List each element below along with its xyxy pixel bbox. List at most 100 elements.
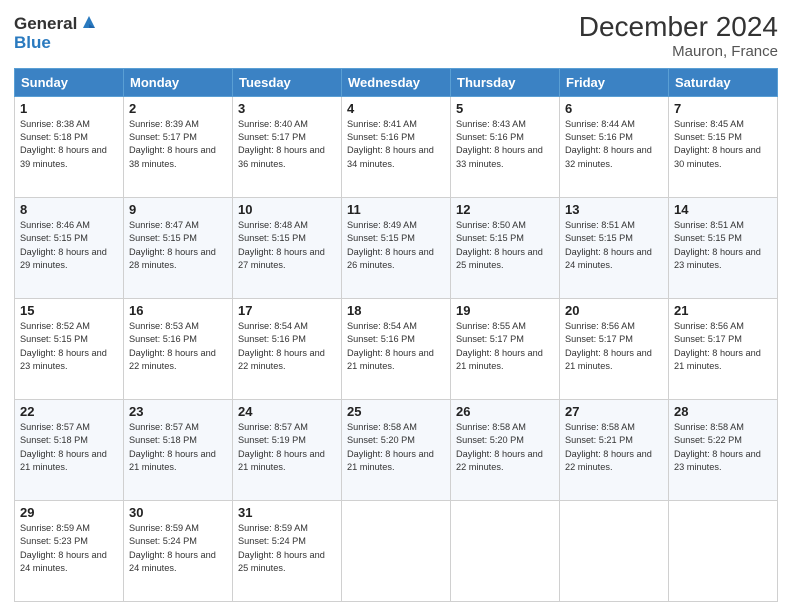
day-number: 4 bbox=[347, 101, 445, 116]
calendar-cell: 29 Sunrise: 8:59 AMSunset: 5:23 PMDaylig… bbox=[15, 500, 124, 601]
day-info: Sunrise: 8:51 AMSunset: 5:15 PMDaylight:… bbox=[565, 220, 652, 270]
day-info: Sunrise: 8:57 AMSunset: 5:19 PMDaylight:… bbox=[238, 422, 325, 472]
calendar-week-row: 22 Sunrise: 8:57 AMSunset: 5:18 PMDaylig… bbox=[15, 399, 778, 500]
calendar-cell: 26 Sunrise: 8:58 AMSunset: 5:20 PMDaylig… bbox=[451, 399, 560, 500]
calendar-cell: 17 Sunrise: 8:54 AMSunset: 5:16 PMDaylig… bbox=[233, 298, 342, 399]
day-info: Sunrise: 8:48 AMSunset: 5:15 PMDaylight:… bbox=[238, 220, 325, 270]
day-info: Sunrise: 8:40 AMSunset: 5:17 PMDaylight:… bbox=[238, 119, 325, 169]
calendar-cell bbox=[560, 500, 669, 601]
day-info: Sunrise: 8:45 AMSunset: 5:15 PMDaylight:… bbox=[674, 119, 761, 169]
day-number: 7 bbox=[674, 101, 772, 116]
calendar-table: SundayMondayTuesdayWednesdayThursdayFrid… bbox=[14, 68, 778, 602]
day-number: 5 bbox=[456, 101, 554, 116]
calendar-cell: 20 Sunrise: 8:56 AMSunset: 5:17 PMDaylig… bbox=[560, 298, 669, 399]
day-number: 25 bbox=[347, 404, 445, 419]
day-number: 21 bbox=[674, 303, 772, 318]
day-number: 8 bbox=[20, 202, 118, 217]
calendar-cell: 11 Sunrise: 8:49 AMSunset: 5:15 PMDaylig… bbox=[342, 197, 451, 298]
day-info: Sunrise: 8:43 AMSunset: 5:16 PMDaylight:… bbox=[456, 119, 543, 169]
calendar-body: 1 Sunrise: 8:38 AMSunset: 5:18 PMDayligh… bbox=[15, 96, 778, 601]
calendar-cell: 21 Sunrise: 8:56 AMSunset: 5:17 PMDaylig… bbox=[669, 298, 778, 399]
day-number: 31 bbox=[238, 505, 336, 520]
day-number: 27 bbox=[565, 404, 663, 419]
day-info: Sunrise: 8:59 AMSunset: 5:24 PMDaylight:… bbox=[129, 523, 216, 573]
calendar-cell: 12 Sunrise: 8:50 AMSunset: 5:15 PMDaylig… bbox=[451, 197, 560, 298]
day-info: Sunrise: 8:51 AMSunset: 5:15 PMDaylight:… bbox=[674, 220, 761, 270]
calendar-cell: 18 Sunrise: 8:54 AMSunset: 5:16 PMDaylig… bbox=[342, 298, 451, 399]
day-info: Sunrise: 8:58 AMSunset: 5:20 PMDaylight:… bbox=[456, 422, 543, 472]
weekday-header-row: SundayMondayTuesdayWednesdayThursdayFrid… bbox=[15, 68, 778, 96]
weekday-header-friday: Friday bbox=[560, 68, 669, 96]
day-number: 20 bbox=[565, 303, 663, 318]
day-number: 10 bbox=[238, 202, 336, 217]
calendar-cell bbox=[451, 500, 560, 601]
day-info: Sunrise: 8:50 AMSunset: 5:15 PMDaylight:… bbox=[456, 220, 543, 270]
logo-blue-text: Blue bbox=[14, 33, 51, 52]
calendar-cell: 22 Sunrise: 8:57 AMSunset: 5:18 PMDaylig… bbox=[15, 399, 124, 500]
calendar-cell: 5 Sunrise: 8:43 AMSunset: 5:16 PMDayligh… bbox=[451, 96, 560, 197]
day-info: Sunrise: 8:56 AMSunset: 5:17 PMDaylight:… bbox=[674, 321, 761, 371]
day-info: Sunrise: 8:58 AMSunset: 5:20 PMDaylight:… bbox=[347, 422, 434, 472]
calendar-header: SundayMondayTuesdayWednesdayThursdayFrid… bbox=[15, 68, 778, 96]
day-info: Sunrise: 8:41 AMSunset: 5:16 PMDaylight:… bbox=[347, 119, 434, 169]
day-number: 12 bbox=[456, 202, 554, 217]
calendar-week-row: 15 Sunrise: 8:52 AMSunset: 5:15 PMDaylig… bbox=[15, 298, 778, 399]
calendar-week-row: 1 Sunrise: 8:38 AMSunset: 5:18 PMDayligh… bbox=[15, 96, 778, 197]
calendar-cell: 31 Sunrise: 8:59 AMSunset: 5:24 PMDaylig… bbox=[233, 500, 342, 601]
day-info: Sunrise: 8:54 AMSunset: 5:16 PMDaylight:… bbox=[347, 321, 434, 371]
day-info: Sunrise: 8:59 AMSunset: 5:24 PMDaylight:… bbox=[238, 523, 325, 573]
day-number: 23 bbox=[129, 404, 227, 419]
calendar-cell bbox=[342, 500, 451, 601]
logo: General Blue bbox=[14, 12, 99, 53]
calendar-cell: 15 Sunrise: 8:52 AMSunset: 5:15 PMDaylig… bbox=[15, 298, 124, 399]
day-info: Sunrise: 8:44 AMSunset: 5:16 PMDaylight:… bbox=[565, 119, 652, 169]
day-info: Sunrise: 8:58 AMSunset: 5:21 PMDaylight:… bbox=[565, 422, 652, 472]
title-area: December 2024 Mauron, France bbox=[579, 12, 778, 60]
day-info: Sunrise: 8:52 AMSunset: 5:15 PMDaylight:… bbox=[20, 321, 107, 371]
day-number: 9 bbox=[129, 202, 227, 217]
main-container: General Blue December 2024 Mauron, Franc… bbox=[0, 0, 792, 612]
weekday-header-tuesday: Tuesday bbox=[233, 68, 342, 96]
calendar-cell: 24 Sunrise: 8:57 AMSunset: 5:19 PMDaylig… bbox=[233, 399, 342, 500]
calendar-cell: 30 Sunrise: 8:59 AMSunset: 5:24 PMDaylig… bbox=[124, 500, 233, 601]
day-info: Sunrise: 8:38 AMSunset: 5:18 PMDaylight:… bbox=[20, 119, 107, 169]
calendar-cell: 2 Sunrise: 8:39 AMSunset: 5:17 PMDayligh… bbox=[124, 96, 233, 197]
calendar-cell: 8 Sunrise: 8:46 AMSunset: 5:15 PMDayligh… bbox=[15, 197, 124, 298]
calendar-cell: 7 Sunrise: 8:45 AMSunset: 5:15 PMDayligh… bbox=[669, 96, 778, 197]
calendar-week-row: 8 Sunrise: 8:46 AMSunset: 5:15 PMDayligh… bbox=[15, 197, 778, 298]
calendar-cell: 3 Sunrise: 8:40 AMSunset: 5:17 PMDayligh… bbox=[233, 96, 342, 197]
calendar-cell: 13 Sunrise: 8:51 AMSunset: 5:15 PMDaylig… bbox=[560, 197, 669, 298]
day-number: 24 bbox=[238, 404, 336, 419]
calendar-cell: 9 Sunrise: 8:47 AMSunset: 5:15 PMDayligh… bbox=[124, 197, 233, 298]
day-number: 16 bbox=[129, 303, 227, 318]
calendar-cell: 27 Sunrise: 8:58 AMSunset: 5:21 PMDaylig… bbox=[560, 399, 669, 500]
day-number: 15 bbox=[20, 303, 118, 318]
day-number: 18 bbox=[347, 303, 445, 318]
day-info: Sunrise: 8:53 AMSunset: 5:16 PMDaylight:… bbox=[129, 321, 216, 371]
weekday-header-thursday: Thursday bbox=[451, 68, 560, 96]
day-number: 30 bbox=[129, 505, 227, 520]
day-number: 13 bbox=[565, 202, 663, 217]
day-number: 26 bbox=[456, 404, 554, 419]
day-info: Sunrise: 8:49 AMSunset: 5:15 PMDaylight:… bbox=[347, 220, 434, 270]
day-info: Sunrise: 8:55 AMSunset: 5:17 PMDaylight:… bbox=[456, 321, 543, 371]
calendar-cell: 1 Sunrise: 8:38 AMSunset: 5:18 PMDayligh… bbox=[15, 96, 124, 197]
calendar-cell: 23 Sunrise: 8:57 AMSunset: 5:18 PMDaylig… bbox=[124, 399, 233, 500]
calendar-cell: 25 Sunrise: 8:58 AMSunset: 5:20 PMDaylig… bbox=[342, 399, 451, 500]
location-title: Mauron, France bbox=[579, 43, 778, 60]
day-number: 3 bbox=[238, 101, 336, 116]
day-info: Sunrise: 8:59 AMSunset: 5:23 PMDaylight:… bbox=[20, 523, 107, 573]
weekday-header-sunday: Sunday bbox=[15, 68, 124, 96]
calendar-cell: 14 Sunrise: 8:51 AMSunset: 5:15 PMDaylig… bbox=[669, 197, 778, 298]
calendar-cell: 28 Sunrise: 8:58 AMSunset: 5:22 PMDaylig… bbox=[669, 399, 778, 500]
calendar-cell: 19 Sunrise: 8:55 AMSunset: 5:17 PMDaylig… bbox=[451, 298, 560, 399]
calendar-cell: 6 Sunrise: 8:44 AMSunset: 5:16 PMDayligh… bbox=[560, 96, 669, 197]
day-info: Sunrise: 8:58 AMSunset: 5:22 PMDaylight:… bbox=[674, 422, 761, 472]
day-number: 22 bbox=[20, 404, 118, 419]
day-number: 28 bbox=[674, 404, 772, 419]
calendar-cell: 4 Sunrise: 8:41 AMSunset: 5:16 PMDayligh… bbox=[342, 96, 451, 197]
day-info: Sunrise: 8:57 AMSunset: 5:18 PMDaylight:… bbox=[20, 422, 107, 472]
day-info: Sunrise: 8:39 AMSunset: 5:17 PMDaylight:… bbox=[129, 119, 216, 169]
day-number: 19 bbox=[456, 303, 554, 318]
weekday-header-wednesday: Wednesday bbox=[342, 68, 451, 96]
